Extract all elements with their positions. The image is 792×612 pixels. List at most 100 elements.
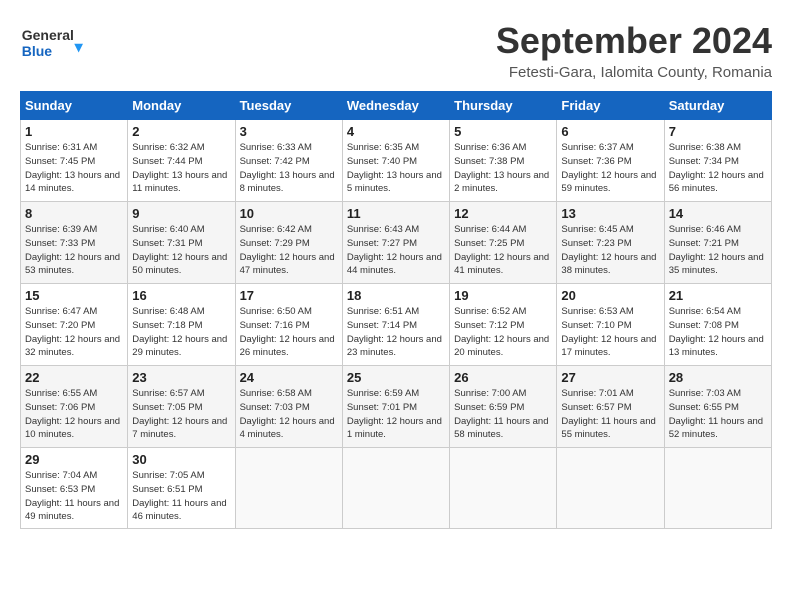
page-header: General Blue September 2024 Fetesti-Gara… [20,20,772,81]
day-info: Sunrise: 6:59 AMSunset: 7:01 PMDaylight:… [347,387,445,442]
calendar-week-4: 22 Sunrise: 6:55 AMSunset: 7:06 PMDayligh… [21,366,772,448]
day-number: 12 [454,206,552,221]
calendar-cell: 8Sunrise: 6:39 AMSunset: 7:33 PMDaylight… [21,202,128,284]
day-info: Sunrise: 6:54 AMSunset: 7:08 PMDaylight:… [669,305,767,360]
day-info: Sunrise: 6:32 AMSunset: 7:44 PMDaylight:… [132,141,230,196]
day-number: 11 [347,206,445,221]
header-saturday: Saturday [664,92,771,120]
day-number: 14 [669,206,767,221]
day-info: Sunrise: 6:43 AMSunset: 7:27 PMDaylight:… [347,223,445,278]
day-info: Sunrise: 7:05 AMSunset: 6:51 PMDaylight:… [132,469,230,524]
calendar-cell: 4 Sunrise: 6:35 AMSunset: 7:40 PMDaylight… [342,120,449,202]
calendar-cell: 1 Sunrise: 6:31 AMSunset: 7:45 PMDaylight… [21,120,128,202]
day-info: Sunrise: 6:53 AMSunset: 7:10 PMDaylight:… [561,305,659,360]
calendar-cell: 20 Sunrise: 6:53 AMSunset: 7:10 PMDayligh… [557,284,664,366]
calendar-cell: 11 Sunrise: 6:43 AMSunset: 7:27 PMDayligh… [342,202,449,284]
day-info: Sunrise: 7:00 AMSunset: 6:59 PMDaylight:… [454,387,552,442]
calendar-week-1: 1 Sunrise: 6:31 AMSunset: 7:45 PMDaylight… [21,120,772,202]
calendar-cell: 26Sunrise: 7:00 AMSunset: 6:59 PMDayligh… [450,366,557,448]
day-info: Sunrise: 6:33 AMSunset: 7:42 PMDaylight:… [240,141,338,196]
day-info: Sunrise: 6:42 AMSunset: 7:29 PMDaylight:… [240,223,338,278]
day-info: Sunrise: 6:45 AMSunset: 7:23 PMDaylight:… [561,223,659,278]
day-info: Sunrise: 7:03 AMSunset: 6:55 PMDaylight:… [669,387,767,442]
calendar-cell [664,448,771,529]
day-number: 4 [347,124,445,139]
day-number: 8 [25,206,123,221]
day-info: Sunrise: 6:46 AMSunset: 7:21 PMDaylight:… [669,223,767,278]
calendar-cell: 23Sunrise: 6:57 AMSunset: 7:05 PMDayligh… [128,366,235,448]
calendar-cell: 28 Sunrise: 7:03 AMSunset: 6:55 PMDayligh… [664,366,771,448]
day-number: 28 [669,370,767,385]
calendar-cell: 16Sunrise: 6:48 AMSunset: 7:18 PMDayligh… [128,284,235,366]
day-info: Sunrise: 6:51 AMSunset: 7:14 PMDaylight:… [347,305,445,360]
calendar-cell: 19Sunrise: 6:52 AMSunset: 7:12 PMDayligh… [450,284,557,366]
day-info: Sunrise: 7:01 AMSunset: 6:57 PMDaylight:… [561,387,659,442]
day-info: Sunrise: 6:36 AMSunset: 7:38 PMDaylight:… [454,141,552,196]
calendar-cell: 25 Sunrise: 6:59 AMSunset: 7:01 PMDayligh… [342,366,449,448]
day-info: Sunrise: 6:44 AMSunset: 7:25 PMDaylight:… [454,223,552,278]
calendar-cell: 15 Sunrise: 6:47 AMSunset: 7:20 PMDayligh… [21,284,128,366]
svg-text:Blue: Blue [22,43,53,59]
day-info: Sunrise: 6:47 AMSunset: 7:20 PMDaylight:… [25,305,123,360]
calendar-cell: 6Sunrise: 6:37 AMSunset: 7:36 PMDaylight… [557,120,664,202]
calendar-cell: 3 Sunrise: 6:33 AMSunset: 7:42 PMDaylight… [235,120,342,202]
day-info: Sunrise: 6:58 AMSunset: 7:03 PMDaylight:… [240,387,338,442]
calendar-header-row: SundayMondayTuesdayWednesdayThursdayFrid… [21,92,772,120]
calendar-cell: 13 Sunrise: 6:45 AMSunset: 7:23 PMDayligh… [557,202,664,284]
day-number: 2 [132,124,230,139]
day-number: 6 [561,124,659,139]
day-number: 30 [132,452,230,467]
day-info: Sunrise: 6:55 AMSunset: 7:06 PMDaylight:… [25,387,123,442]
day-info: Sunrise: 6:35 AMSunset: 7:40 PMDaylight:… [347,141,445,196]
header-wednesday: Wednesday [342,92,449,120]
day-number: 22 [25,370,123,385]
day-number: 5 [454,124,552,139]
calendar-cell: 7Sunrise: 6:38 AMSunset: 7:34 PMDaylight… [664,120,771,202]
header-monday: Monday [128,92,235,120]
day-number: 18 [347,288,445,303]
day-number: 17 [240,288,338,303]
day-number: 21 [669,288,767,303]
logo-svg: General Blue [20,20,90,70]
day-number: 1 [25,124,123,139]
location-title: Fetesti-Gara, Ialomita County, Romania [496,64,772,81]
day-info: Sunrise: 6:50 AMSunset: 7:16 PMDaylight:… [240,305,338,360]
day-number: 24 [240,370,338,385]
calendar-cell: 29 Sunrise: 7:04 AMSunset: 6:53 PMDayligh… [21,448,128,529]
day-info: Sunrise: 6:31 AMSunset: 7:45 PMDaylight:… [25,141,123,196]
calendar-cell: 12 Sunrise: 6:44 AMSunset: 7:25 PMDayligh… [450,202,557,284]
day-number: 20 [561,288,659,303]
calendar-cell: 10Sunrise: 6:42 AMSunset: 7:29 PMDayligh… [235,202,342,284]
day-number: 15 [25,288,123,303]
calendar-cell: 18 Sunrise: 6:51 AMSunset: 7:14 PMDayligh… [342,284,449,366]
calendar-cell [342,448,449,529]
day-number: 27 [561,370,659,385]
day-info: Sunrise: 6:40 AMSunset: 7:31 PMDaylight:… [132,223,230,278]
header-tuesday: Tuesday [235,92,342,120]
header-friday: Friday [557,92,664,120]
calendar-week-5: 29 Sunrise: 7:04 AMSunset: 6:53 PMDayligh… [21,448,772,529]
day-info: Sunrise: 7:04 AMSunset: 6:53 PMDaylight:… [25,469,123,524]
calendar-cell [557,448,664,529]
month-title: September 2024 [496,20,772,62]
header-thursday: Thursday [450,92,557,120]
day-info: Sunrise: 6:57 AMSunset: 7:05 PMDaylight:… [132,387,230,442]
day-number: 9 [132,206,230,221]
calendar-cell: 22 Sunrise: 6:55 AMSunset: 7:06 PMDayligh… [21,366,128,448]
day-info: Sunrise: 6:52 AMSunset: 7:12 PMDaylight:… [454,305,552,360]
day-number: 29 [25,452,123,467]
day-number: 13 [561,206,659,221]
calendar-cell: 9 Sunrise: 6:40 AMSunset: 7:31 PMDaylight… [128,202,235,284]
calendar-cell: 17 Sunrise: 6:50 AMSunset: 7:16 PMDayligh… [235,284,342,366]
svg-text:General: General [22,27,74,43]
calendar-cell [235,448,342,529]
calendar-cell: 27 Sunrise: 7:01 AMSunset: 6:57 PMDayligh… [557,366,664,448]
day-info: Sunrise: 6:38 AMSunset: 7:34 PMDaylight:… [669,141,767,196]
calendar-cell: 5 Sunrise: 6:36 AMSunset: 7:38 PMDaylight… [450,120,557,202]
calendar-cell: 21 Sunrise: 6:54 AMSunset: 7:08 PMDayligh… [664,284,771,366]
day-info: Sunrise: 6:48 AMSunset: 7:18 PMDaylight:… [132,305,230,360]
day-number: 25 [347,370,445,385]
day-number: 3 [240,124,338,139]
calendar-cell: 24 Sunrise: 6:58 AMSunset: 7:03 PMDayligh… [235,366,342,448]
calendar-cell [450,448,557,529]
